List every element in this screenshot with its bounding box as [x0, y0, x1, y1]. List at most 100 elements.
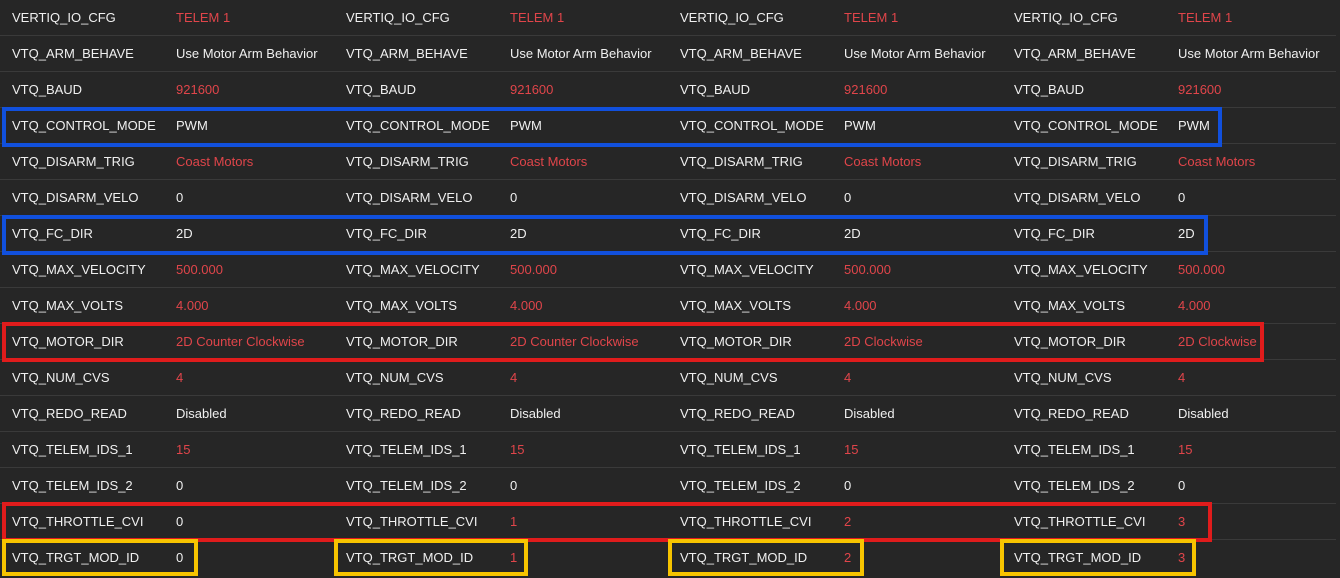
param-value[interactable]: 15 — [176, 432, 190, 468]
param-value[interactable]: 2D Counter Clockwise — [510, 324, 639, 360]
param-row-vtq-trgt-mod-id[interactable]: VTQ_TRGT_MOD_ID 1 — [334, 540, 668, 576]
param-value[interactable]: PWM — [844, 108, 876, 144]
param-row-vtq-control-mode[interactable]: VTQ_CONTROL_MODE PWM — [668, 108, 1002, 144]
param-value[interactable]: 4 — [176, 360, 183, 396]
param-row-vtq-num-cvs[interactable]: VTQ_NUM_CVS 4 — [0, 360, 334, 396]
param-value[interactable]: Disabled — [1178, 396, 1229, 432]
param-value[interactable]: Disabled — [510, 396, 561, 432]
param-value[interactable]: 4.000 — [510, 288, 543, 324]
param-row-vtq-motor-dir[interactable]: VTQ_MOTOR_DIR 2D Clockwise — [1002, 324, 1336, 360]
param-value[interactable]: 500.000 — [1178, 252, 1225, 288]
param-row-vtq-disarm-velo[interactable]: VTQ_DISARM_VELO 0 — [334, 180, 668, 216]
param-row-vtq-max-velocity[interactable]: VTQ_MAX_VELOCITY 500.000 — [0, 252, 334, 288]
param-value[interactable]: 500.000 — [844, 252, 891, 288]
param-row-vtq-fc-dir[interactable]: VTQ_FC_DIR 2D — [1002, 216, 1336, 252]
param-row-vtq-baud[interactable]: VTQ_BAUD 921600 — [1002, 72, 1336, 108]
param-value[interactable]: PWM — [510, 108, 542, 144]
param-row-vtq-disarm-trig[interactable]: VTQ_DISARM_TRIG Coast Motors — [334, 144, 668, 180]
param-row-vtq-throttle-cvi[interactable]: VTQ_THROTTLE_CVI 0 — [0, 504, 334, 540]
param-row-vtq-motor-dir[interactable]: VTQ_MOTOR_DIR 2D Counter Clockwise — [334, 324, 668, 360]
param-value[interactable]: 0 — [176, 540, 183, 576]
param-row-vtq-fc-dir[interactable]: VTQ_FC_DIR 2D — [0, 216, 334, 252]
param-row-vtq-max-volts[interactable]: VTQ_MAX_VOLTS 4.000 — [1002, 288, 1336, 324]
param-value[interactable]: 2 — [844, 504, 851, 540]
param-value[interactable]: Use Motor Arm Behavior — [1178, 36, 1320, 72]
param-row-vtq-throttle-cvi[interactable]: VTQ_THROTTLE_CVI 3 — [1002, 504, 1336, 540]
param-row-vtq-fc-dir[interactable]: VTQ_FC_DIR 2D — [668, 216, 1002, 252]
param-value[interactable]: Coast Motors — [1178, 144, 1255, 180]
param-row-vertiq-io-cfg[interactable]: VERTIQ_IO_CFG TELEM 1 — [334, 0, 668, 36]
param-value[interactable]: 0 — [510, 468, 517, 504]
param-value[interactable]: 1 — [510, 540, 517, 576]
param-value[interactable]: 3 — [1178, 504, 1185, 540]
param-row-vtq-max-volts[interactable]: VTQ_MAX_VOLTS 4.000 — [0, 288, 334, 324]
param-value[interactable]: 500.000 — [510, 252, 557, 288]
param-value[interactable]: TELEM 1 — [844, 0, 898, 36]
param-row-vtq-max-volts[interactable]: VTQ_MAX_VOLTS 4.000 — [668, 288, 1002, 324]
param-value[interactable]: 0 — [844, 468, 851, 504]
param-row-vtq-arm-behave[interactable]: VTQ_ARM_BEHAVE Use Motor Arm Behavior — [334, 36, 668, 72]
param-row-vtq-redo-read[interactable]: VTQ_REDO_READ Disabled — [668, 396, 1002, 432]
param-value[interactable]: 1 — [510, 504, 517, 540]
param-row-vtq-disarm-trig[interactable]: VTQ_DISARM_TRIG Coast Motors — [0, 144, 334, 180]
param-value[interactable]: Disabled — [844, 396, 895, 432]
param-value[interactable]: Coast Motors — [176, 144, 253, 180]
param-value[interactable]: Coast Motors — [510, 144, 587, 180]
param-row-vtq-num-cvs[interactable]: VTQ_NUM_CVS 4 — [334, 360, 668, 396]
param-value[interactable]: 3 — [1178, 540, 1185, 576]
param-value[interactable]: 4.000 — [1178, 288, 1211, 324]
param-row-vtq-disarm-velo[interactable]: VTQ_DISARM_VELO 0 — [668, 180, 1002, 216]
param-row-vtq-fc-dir[interactable]: VTQ_FC_DIR 2D — [334, 216, 668, 252]
param-value[interactable]: 0 — [1178, 468, 1185, 504]
param-value[interactable]: 921600 — [844, 72, 887, 108]
param-row-vtq-telem-ids-1[interactable]: VTQ_TELEM_IDS_1 15 — [668, 432, 1002, 468]
param-row-vtq-arm-behave[interactable]: VTQ_ARM_BEHAVE Use Motor Arm Behavior — [668, 36, 1002, 72]
param-value[interactable]: 2D Clockwise — [1178, 324, 1257, 360]
param-row-vtq-motor-dir[interactable]: VTQ_MOTOR_DIR 2D Counter Clockwise — [0, 324, 334, 360]
param-row-vertiq-io-cfg[interactable]: VERTIQ_IO_CFG TELEM 1 — [1002, 0, 1336, 36]
param-value[interactable]: 500.000 — [176, 252, 223, 288]
param-row-vtq-max-velocity[interactable]: VTQ_MAX_VELOCITY 500.000 — [1002, 252, 1336, 288]
param-row-vtq-telem-ids-1[interactable]: VTQ_TELEM_IDS_1 15 — [0, 432, 334, 468]
param-row-vtq-disarm-trig[interactable]: VTQ_DISARM_TRIG Coast Motors — [1002, 144, 1336, 180]
param-row-vtq-control-mode[interactable]: VTQ_CONTROL_MODE PWM — [1002, 108, 1336, 144]
param-row-vtq-telem-ids-1[interactable]: VTQ_TELEM_IDS_1 15 — [334, 432, 668, 468]
param-row-vtq-arm-behave[interactable]: VTQ_ARM_BEHAVE Use Motor Arm Behavior — [1002, 36, 1336, 72]
param-value[interactable]: 4 — [844, 360, 851, 396]
param-row-vertiq-io-cfg[interactable]: VERTIQ_IO_CFG TELEM 1 — [668, 0, 1002, 36]
param-value[interactable]: 0 — [510, 180, 517, 216]
param-row-vtq-baud[interactable]: VTQ_BAUD 921600 — [668, 72, 1002, 108]
param-value[interactable]: PWM — [176, 108, 208, 144]
param-value[interactable]: Disabled — [176, 396, 227, 432]
param-value[interactable]: 15 — [510, 432, 524, 468]
param-row-vtq-trgt-mod-id[interactable]: VTQ_TRGT_MOD_ID 0 — [0, 540, 334, 576]
param-row-vtq-redo-read[interactable]: VTQ_REDO_READ Disabled — [1002, 396, 1336, 432]
param-value[interactable]: 921600 — [510, 72, 553, 108]
param-value[interactable]: 2D — [176, 216, 193, 252]
param-row-vtq-redo-read[interactable]: VTQ_REDO_READ Disabled — [0, 396, 334, 432]
param-row-vtq-control-mode[interactable]: VTQ_CONTROL_MODE PWM — [334, 108, 668, 144]
param-row-vertiq-io-cfg[interactable]: VERTIQ_IO_CFG TELEM 1 — [0, 0, 334, 36]
param-row-vtq-num-cvs[interactable]: VTQ_NUM_CVS 4 — [668, 360, 1002, 396]
param-value[interactable]: Coast Motors — [844, 144, 921, 180]
param-row-vtq-disarm-velo[interactable]: VTQ_DISARM_VELO 0 — [0, 180, 334, 216]
param-value[interactable]: 2D — [844, 216, 861, 252]
param-row-vtq-arm-behave[interactable]: VTQ_ARM_BEHAVE Use Motor Arm Behavior — [0, 36, 334, 72]
param-row-vtq-telem-ids-2[interactable]: VTQ_TELEM_IDS_2 0 — [1002, 468, 1336, 504]
param-row-vtq-control-mode[interactable]: VTQ_CONTROL_MODE PWM — [0, 108, 334, 144]
param-value[interactable]: 921600 — [176, 72, 219, 108]
param-row-vtq-redo-read[interactable]: VTQ_REDO_READ Disabled — [334, 396, 668, 432]
param-row-vtq-telem-ids-2[interactable]: VTQ_TELEM_IDS_2 0 — [668, 468, 1002, 504]
param-value[interactable]: 15 — [1178, 432, 1192, 468]
param-value[interactable]: TELEM 1 — [1178, 0, 1232, 36]
param-value[interactable]: 2D Clockwise — [844, 324, 923, 360]
param-value[interactable]: 2D Counter Clockwise — [176, 324, 305, 360]
param-value[interactable]: 4 — [1178, 360, 1185, 396]
param-row-vtq-trgt-mod-id[interactable]: VTQ_TRGT_MOD_ID 2 — [668, 540, 1002, 576]
param-value[interactable]: 0 — [176, 468, 183, 504]
param-value[interactable]: 4.000 — [176, 288, 209, 324]
param-value[interactable]: PWM — [1178, 108, 1210, 144]
param-row-vtq-baud[interactable]: VTQ_BAUD 921600 — [0, 72, 334, 108]
param-value[interactable]: Use Motor Arm Behavior — [844, 36, 986, 72]
param-value[interactable]: 921600 — [1178, 72, 1221, 108]
